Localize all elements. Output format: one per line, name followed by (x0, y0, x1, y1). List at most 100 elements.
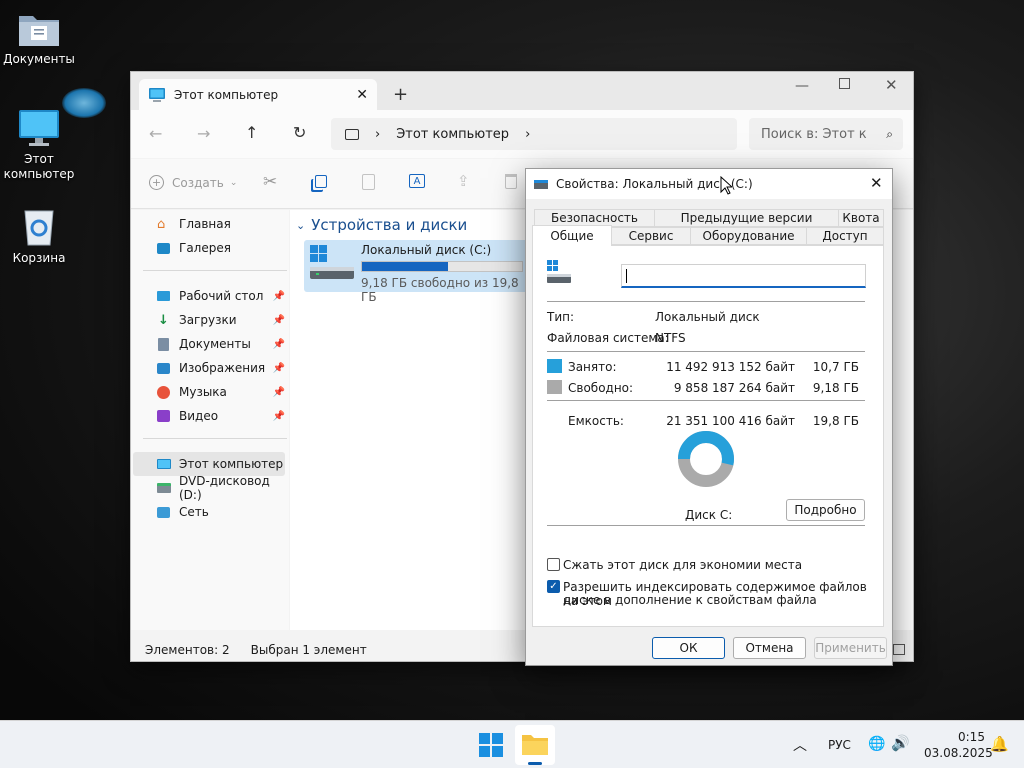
copy-icon[interactable] (315, 175, 327, 188)
nav-item-videos[interactable]: Видео 📌 (133, 404, 285, 428)
search-box[interactable]: Поиск в: Этот к ⌕ (749, 118, 903, 150)
filesystem-value: NTFS (655, 331, 686, 345)
dvd-drive-icon (157, 483, 171, 493)
pin-icon[interactable]: 📌 (273, 363, 285, 374)
plus-circle-icon: + (149, 175, 164, 190)
computer-icon (157, 459, 171, 469)
notification-icon[interactable]: 🔔 (990, 735, 1009, 753)
create-button[interactable]: + Создать ⌄ (149, 175, 237, 190)
pin-icon[interactable]: 📌 (273, 411, 285, 422)
clock-time[interactable]: 0:15 (958, 730, 985, 744)
cancel-button[interactable]: Отмена (733, 637, 806, 659)
clock-date[interactable]: 03.08.2025 (924, 746, 993, 760)
free-gb: 9,18 ГБ (812, 381, 859, 395)
network-icon (157, 506, 170, 518)
language-indicator[interactable]: РУС (828, 738, 851, 752)
new-tab-icon[interactable]: + (393, 84, 408, 105)
tab-general[interactable]: Общие (532, 225, 612, 246)
tab-sharing[interactable]: Доступ (806, 227, 884, 245)
tab-hardware[interactable]: Оборудование (690, 227, 807, 245)
rename-icon[interactable]: A (409, 174, 425, 188)
back-icon[interactable]: ← (149, 124, 162, 143)
compress-checkbox[interactable] (547, 558, 560, 571)
divider (547, 525, 865, 526)
divider (547, 301, 865, 302)
pictures-icon (157, 362, 170, 374)
capacity-bytes: 21 351 100 416 байт (666, 414, 795, 428)
text-caret (626, 268, 627, 283)
nav-item-music[interactable]: Музыка 📌 (133, 380, 285, 404)
details-button[interactable]: Подробно (786, 499, 865, 521)
tab-service[interactable]: Сервис (611, 227, 691, 245)
hard-drive-icon (310, 245, 354, 279)
address-bar[interactable]: › Этот компьютер › (331, 118, 737, 150)
close-tab-icon[interactable]: ✕ (356, 87, 368, 103)
documents-folder-icon (19, 16, 59, 46)
taskbar: ︿ РУС 🌐 🔊 0:15 03.08.2025 🔔 (0, 720, 1024, 768)
share-icon[interactable]: ⇪ (457, 172, 470, 190)
desktop-icon-recycle-bin[interactable]: Корзина (2, 205, 76, 266)
minimize-icon[interactable]: — (795, 78, 809, 94)
cut-icon[interactable]: ✂ (263, 172, 277, 192)
dialog-title-bar: Свойства: Локальный диск (C:) (526, 169, 892, 199)
search-input[interactable]: Поиск в: Этот к (761, 127, 880, 142)
nav-item-documents[interactable]: Документы 📌 (133, 332, 285, 356)
ok-button[interactable]: ОК (652, 637, 725, 659)
tab-quota[interactable]: Квота (838, 209, 884, 227)
pin-icon[interactable]: 📌 (273, 387, 285, 398)
tab-previous-versions[interactable]: Предыдущие версии (654, 209, 839, 227)
address-row: ← → ↑ ↻ › Этот компьютер › Поиск в: Этот… (131, 110, 913, 158)
desktop-icon-documents[interactable]: Документы (2, 12, 76, 67)
pin-icon[interactable]: 📌 (273, 291, 285, 302)
nav-item-home[interactable]: ⌂ Главная (133, 212, 285, 236)
drive-name: Локальный диск (C:) (361, 243, 492, 257)
section-header[interactable]: ⌄ Устройства и диски (296, 216, 467, 234)
divider (143, 438, 287, 439)
apply-button[interactable]: Применить (814, 637, 887, 659)
nav-item-label: Загрузки (179, 313, 237, 327)
chevron-right-icon: › (375, 126, 381, 142)
desktop-icon-this-pc[interactable]: Этот компьютер (2, 108, 76, 182)
nav-item-label: Галерея (179, 241, 231, 255)
nav-item-downloads[interactable]: ↓ Загрузки 📌 (133, 308, 285, 332)
close-window-icon[interactable]: ✕ (885, 76, 898, 94)
recycle-bin-icon (24, 210, 54, 246)
pin-icon[interactable]: 📌 (273, 315, 285, 326)
maximize-icon[interactable] (839, 78, 850, 89)
capacity-gb: 19,8 ГБ (812, 414, 859, 428)
drive-tile[interactable]: Локальный диск (C:) 9,18 ГБ свободно из … (304, 240, 528, 304)
windows-start-icon[interactable] (479, 733, 503, 757)
hard-drive-icon (547, 260, 571, 283)
nav-item-gallery[interactable]: Галерея (133, 236, 285, 260)
nav-item-network[interactable]: Сеть (133, 500, 285, 524)
delete-icon[interactable] (505, 174, 517, 189)
forward-icon[interactable]: → (197, 124, 210, 143)
computer-icon (149, 88, 165, 102)
properties-dialog: Свойства: Локальный диск (C:) ✕ Безопасн… (525, 168, 893, 666)
desktop-folder-icon (157, 291, 170, 301)
document-icon (158, 337, 169, 351)
chevron-up-icon[interactable]: ︿ (793, 735, 807, 755)
chevron-right-icon[interactable]: › (525, 127, 530, 142)
nav-item-dvd[interactable]: DVD-дисковод (D:) (133, 474, 285, 502)
nav-item-this-pc[interactable]: Этот компьютер (133, 452, 285, 476)
used-gb: 10,7 ГБ (812, 360, 859, 374)
explorer-tab[interactable]: Этот компьютер ✕ (139, 79, 377, 111)
volume-label-input[interactable] (621, 264, 866, 288)
nav-item-pictures[interactable]: Изображения 📌 (133, 356, 285, 380)
up-icon[interactable]: ↑ (245, 123, 258, 142)
refresh-icon[interactable]: ↻ (293, 123, 306, 142)
taskbar-explorer-button[interactable] (515, 725, 555, 765)
nav-item-desktop[interactable]: Рабочий стол 📌 (133, 284, 285, 308)
paste-icon[interactable] (362, 174, 375, 190)
details-view-icon[interactable] (893, 644, 905, 655)
desktop-icon-label: Документы (3, 52, 75, 66)
close-dialog-icon[interactable]: ✕ (870, 174, 883, 192)
volume-icon[interactable]: 🔊 (891, 734, 910, 752)
breadcrumb[interactable]: Этот компьютер (396, 127, 509, 142)
network-icon[interactable]: 🌐 (868, 736, 885, 752)
capacity-label: Емкость: (568, 414, 624, 428)
pin-icon[interactable]: 📌 (273, 339, 285, 350)
index-checkbox[interactable]: ✓ (547, 580, 560, 593)
nav-item-label: Музыка (179, 385, 227, 399)
